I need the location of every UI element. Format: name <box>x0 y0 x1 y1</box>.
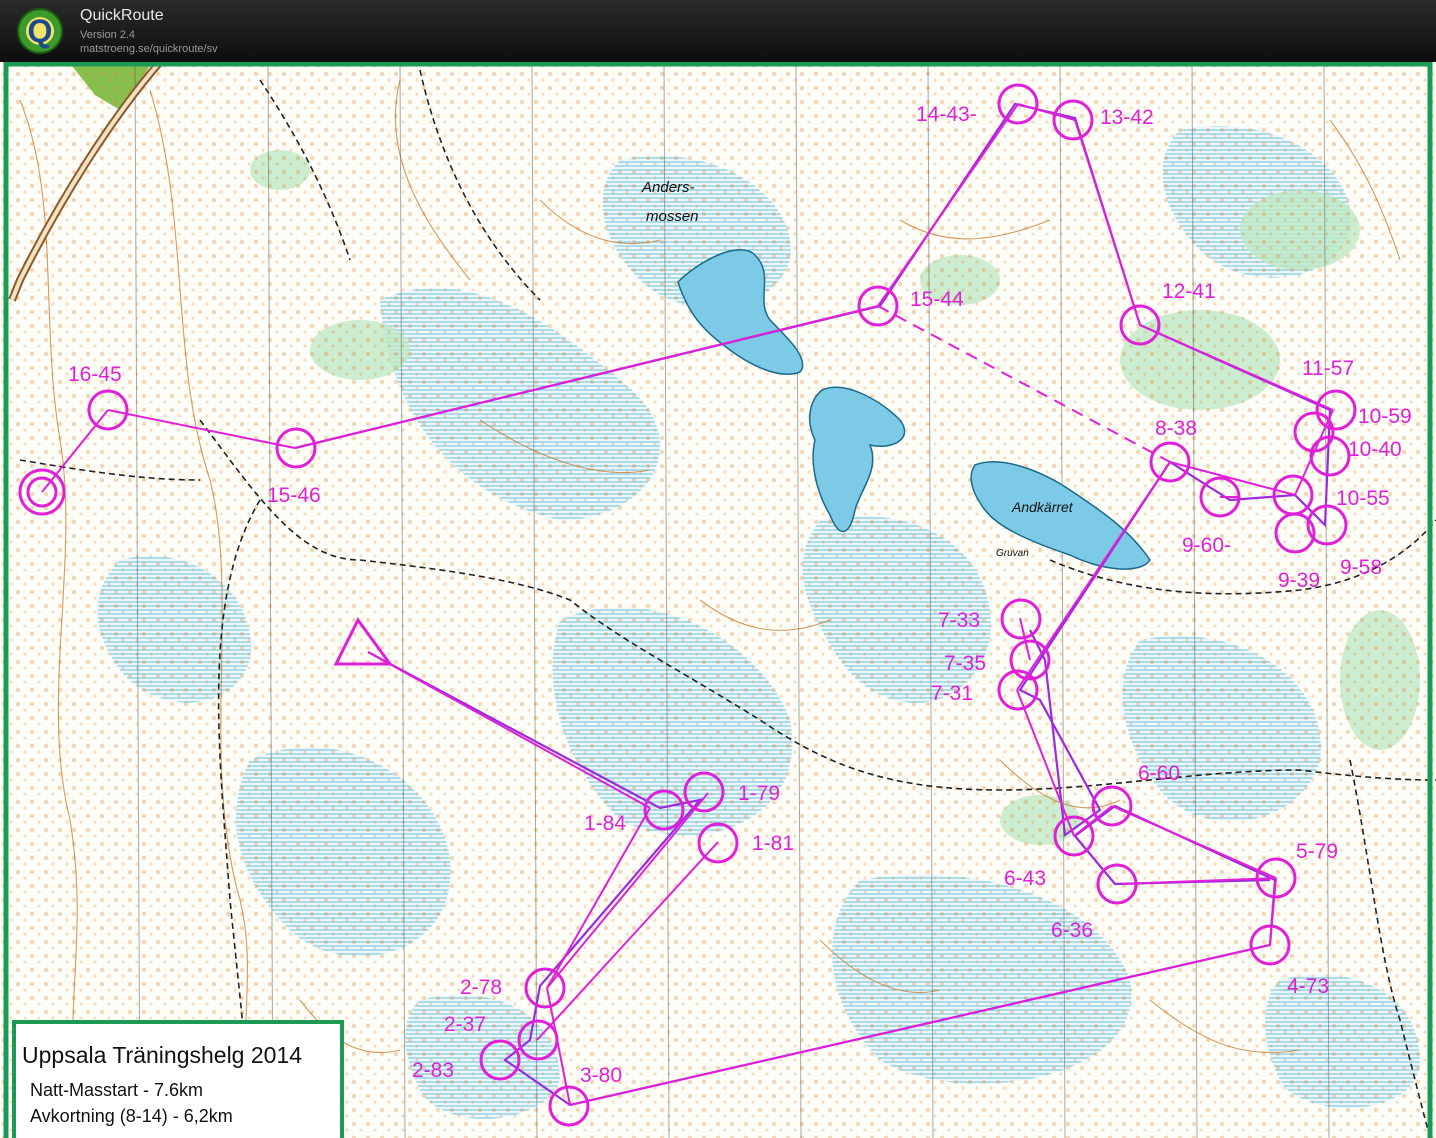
place-label-andersmossen-1: Anders- <box>641 179 695 196</box>
app-header: Q QuickRoute Version 2.4 matstroeng.se/q… <box>0 0 1436 62</box>
contour-texture <box>0 62 1436 1138</box>
control-label-15-44: 15-44 <box>910 288 964 311</box>
legend-short-course-info: Avkortning (8-14) - 6,2km <box>30 1106 233 1126</box>
place-label-gruvan: Gruvan <box>996 548 1029 559</box>
control-label-9-39: 9-39 <box>1278 569 1320 592</box>
control-label-2-37: 2-37 <box>444 1013 486 1036</box>
orienteering-map[interactable]: Anders- mossen Andkärret Gruvan 1-79 1-8… <box>0 62 1436 1138</box>
control-label-12-41: 12-41 <box>1162 280 1216 303</box>
control-label-4-73: 4-73 <box>1287 975 1329 998</box>
control-label-13-42: 13-42 <box>1100 106 1154 129</box>
control-label-15-46: 15-46 <box>267 484 321 507</box>
control-label-6-43: 6-43 <box>1004 867 1046 890</box>
control-label-11-57: 11-57 <box>1302 357 1354 380</box>
control-label-16-45: 16-45 <box>68 363 122 386</box>
control-label-2-78: 2-78 <box>460 976 502 999</box>
control-label-1-81: 1-81 <box>752 832 794 855</box>
control-label-1-84: 1-84 <box>584 812 626 835</box>
control-label-14-43: 14-43- <box>916 103 977 126</box>
place-label-andersmossen-2: mossen <box>646 208 699 225</box>
map-legend-box: Uppsala Träningshelg 2014 Natt-Masstart … <box>12 1020 344 1138</box>
control-label-6-36: 6-36 <box>1051 919 1093 942</box>
control-label-10-59: 10-59 <box>1358 405 1412 428</box>
control-label-6-60: 6-60 <box>1138 762 1180 785</box>
quickroute-logo-icon: Q <box>17 8 63 54</box>
control-label-5-79: 5-79 <box>1296 840 1338 863</box>
control-label-10-55: 10-55 <box>1336 487 1390 510</box>
control-label-7-35: 7-35 <box>944 652 986 675</box>
legend-title: Uppsala Träningshelg 2014 <box>22 1042 303 1068</box>
place-label-andkarret: Andkärret <box>1011 499 1074 515</box>
app-version: Version 2.4 <box>80 29 136 41</box>
control-label-9-60: 9-60- <box>1182 534 1231 557</box>
control-label-2-83: 2-83 <box>412 1059 454 1082</box>
app-title: QuickRoute <box>80 7 164 24</box>
logo-letter: Q <box>28 13 53 49</box>
control-label-7-33: 7-33 <box>938 609 980 632</box>
map-canvas: Anders- mossen Andkärret Gruvan 1-79 1-8… <box>0 62 1436 1138</box>
control-label-3-80: 3-80 <box>580 1064 622 1087</box>
control-label-7-31: 7-31 <box>931 682 973 705</box>
legend-course-info: Natt-Masstart - 7.6km <box>30 1080 204 1100</box>
control-label-10-40: 10-40 <box>1348 438 1402 461</box>
app-url: matstroeng.se/quickroute/sv <box>80 43 218 55</box>
control-label-8-38: 8-38 <box>1155 417 1197 440</box>
control-label-1-79: 1-79 <box>738 782 780 805</box>
control-label-9-58: 9-58 <box>1340 556 1382 579</box>
